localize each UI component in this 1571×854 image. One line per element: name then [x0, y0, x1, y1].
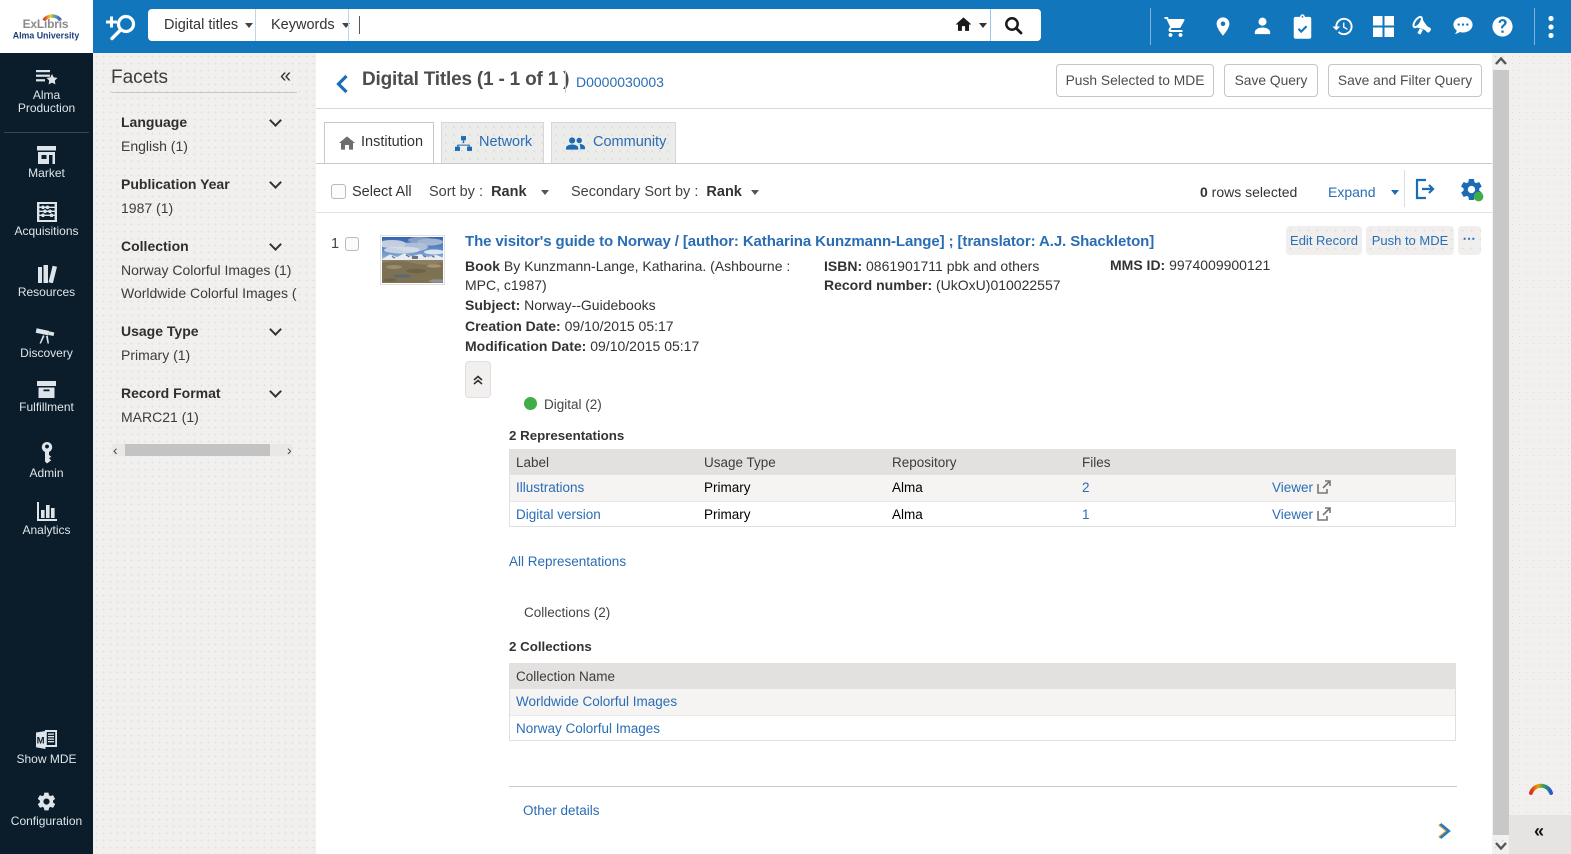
svg-text:ExLibris: ExLibris [23, 17, 69, 31]
svg-text:M: M [36, 736, 44, 747]
svg-text:Alma University: Alma University [13, 31, 80, 41]
